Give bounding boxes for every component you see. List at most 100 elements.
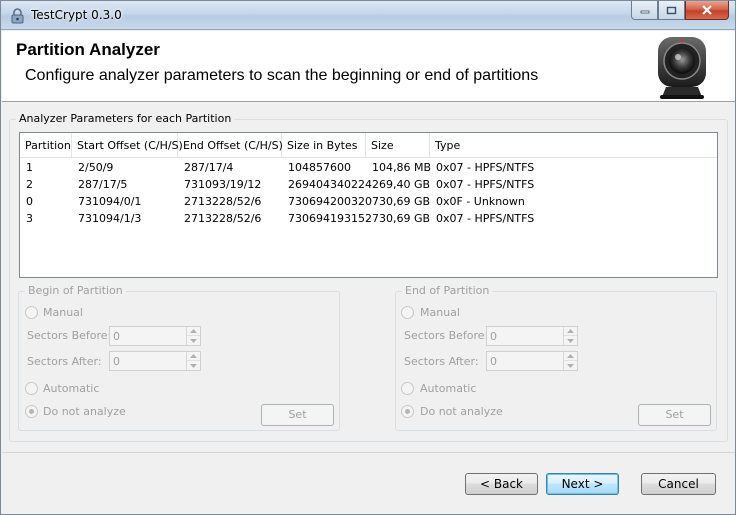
spinner-buttons [563, 327, 577, 345]
cell-end-offset: 731093/19/12 [184, 178, 262, 191]
spin-down-button[interactable] [564, 336, 577, 345]
column-header-partition[interactable]: Partition [20, 133, 72, 158]
end-manual-label: Manual [420, 306, 460, 319]
begin-of-partition-caption: Begin of Partition [25, 284, 126, 297]
arrow-up-icon [567, 329, 574, 333]
spinner-buttons [563, 352, 577, 370]
begin-sectors-before-label: Sectors Before: [27, 329, 112, 342]
spinner-buttons [186, 327, 200, 345]
close-button[interactable] [685, 1, 729, 20]
cell-size-in-bytes: 104857600 [288, 161, 351, 174]
window-title: TestCrypt 0.3.0 [31, 8, 122, 22]
cell-start-offset: 731094/1/3 [78, 212, 142, 225]
cell-size-in-bytes: 730694193152 [288, 212, 372, 225]
next-button[interactable]: Next > [546, 473, 619, 495]
begin-sectors-before-spinner[interactable]: 0 [109, 326, 201, 346]
cell-type: 0x07 - HPFS/NTFS [436, 178, 535, 191]
begin-automatic-label: Automatic [43, 382, 100, 395]
spin-up-button[interactable] [564, 352, 577, 361]
end-set-button[interactable]: Set [638, 404, 711, 426]
spin-down-button[interactable] [187, 361, 200, 370]
end-automatic-radio[interactable] [401, 382, 414, 395]
end-sectors-after-label: Sectors After: [404, 355, 479, 368]
cell-size-in-bytes: 730694200320 [288, 195, 372, 208]
testcrypt-window: TestCrypt 0.3.0 Partition Analyzer Confi… [0, 0, 736, 515]
spin-down-button[interactable] [187, 336, 200, 345]
caption-buttons [631, 1, 729, 20]
end-sectors-after-value: 0 [490, 355, 497, 368]
spinner-buttons [186, 352, 200, 370]
arrow-down-icon [567, 338, 574, 343]
column-header-type[interactable]: Type [430, 133, 717, 158]
begin-manual-radio[interactable] [25, 306, 38, 319]
table-row[interactable]: 3 731094/1/3 2713228/52/6 730694193152 7… [20, 210, 717, 227]
maximize-button[interactable] [658, 1, 685, 20]
begin-sectors-after-spinner[interactable]: 0 [109, 351, 201, 371]
cell-size: 730,69 GB [372, 212, 431, 225]
column-header-end-offset[interactable]: End Offset (C/H/S) [178, 133, 283, 158]
webcam-icon [658, 37, 706, 99]
column-header-size[interactable]: Size [366, 133, 430, 158]
arrow-up-icon [567, 354, 574, 358]
minimize-button[interactable] [631, 1, 658, 20]
cell-end-offset: 2713228/52/6 [184, 212, 262, 225]
table-header: Partition Start Offset (C/H/S) End Offse… [20, 133, 717, 158]
end-of-partition-caption: End of Partition [402, 284, 493, 297]
table-row[interactable]: 0 731094/0/1 2713228/52/6 730694200320 7… [20, 193, 717, 210]
end-do-not-analyze-label: Do not analyze [420, 405, 503, 418]
begin-automatic-radio[interactable] [25, 382, 38, 395]
cell-type: 0x0F - Unknown [436, 195, 525, 208]
title-bar[interactable]: TestCrypt 0.3.0 [1, 1, 735, 30]
cell-partition: 2 [26, 178, 33, 191]
spin-up-button[interactable] [187, 352, 200, 361]
back-button[interactable]: < Back [465, 473, 538, 495]
spin-down-button[interactable] [564, 361, 577, 370]
spin-up-button[interactable] [564, 327, 577, 336]
analyzer-parameters-caption: Analyzer Parameters for each Partition [16, 112, 235, 125]
page-subtitle: Configure analyzer parameters to scan th… [25, 67, 539, 84]
begin-sectors-before-value: 0 [113, 330, 120, 343]
arrow-up-icon [190, 329, 197, 333]
end-do-not-analyze-radio[interactable] [401, 405, 414, 418]
maximize-icon [666, 6, 677, 14]
begin-sectors-after-label: Sectors After: [27, 355, 102, 368]
cell-end-offset: 2713228/52/6 [184, 195, 262, 208]
arrow-down-icon [190, 363, 197, 368]
cell-size: 269,40 GB [372, 178, 431, 191]
end-sectors-after-spinner[interactable]: 0 [486, 351, 578, 371]
wizard-header: Partition Analyzer Configure analyzer pa… [2, 31, 735, 102]
footer-separator [2, 452, 735, 453]
cell-start-offset: 2/50/9 [78, 161, 114, 174]
end-sectors-before-spinner[interactable]: 0 [486, 326, 578, 346]
column-header-start-offset[interactable]: Start Offset (C/H/S) [72, 133, 183, 158]
page-title: Partition Analyzer [16, 40, 160, 59]
lock-icon [11, 8, 24, 24]
cell-size-in-bytes: 269404340224 [288, 178, 372, 191]
arrow-down-icon [190, 338, 197, 343]
cell-partition: 0 [26, 195, 33, 208]
table-row[interactable]: 2 287/17/5 731093/19/12 269404340224 269… [20, 176, 717, 193]
cell-size: 104,86 MB [372, 161, 432, 174]
cell-type: 0x07 - HPFS/NTFS [436, 161, 535, 174]
end-automatic-label: Automatic [420, 382, 477, 395]
end-sectors-before-label: Sectors Before: [404, 329, 489, 342]
close-icon [702, 5, 712, 15]
column-header-size-in-bytes[interactable]: Size in Bytes [282, 133, 366, 158]
begin-do-not-analyze-radio[interactable] [25, 405, 38, 418]
begin-sectors-after-value: 0 [113, 355, 120, 368]
begin-set-button[interactable]: Set [261, 404, 334, 426]
end-manual-radio[interactable] [401, 306, 414, 319]
spin-up-button[interactable] [187, 327, 200, 336]
cell-partition: 1 [26, 161, 33, 174]
arrow-up-icon [190, 354, 197, 358]
cell-partition: 3 [26, 212, 33, 225]
table-row[interactable]: 1 2/50/9 287/17/4 104857600 104,86 MB 0x… [20, 159, 717, 176]
partition-table[interactable]: Partition Start Offset (C/H/S) End Offse… [19, 132, 718, 278]
cell-start-offset: 731094/0/1 [78, 195, 142, 208]
cell-type: 0x07 - HPFS/NTFS [436, 212, 535, 225]
cancel-button[interactable]: Cancel [641, 473, 716, 495]
cell-end-offset: 287/17/4 [184, 161, 234, 174]
begin-do-not-analyze-label: Do not analyze [43, 405, 126, 418]
cell-start-offset: 287/17/5 [78, 178, 128, 191]
cell-size: 730,69 GB [372, 195, 431, 208]
